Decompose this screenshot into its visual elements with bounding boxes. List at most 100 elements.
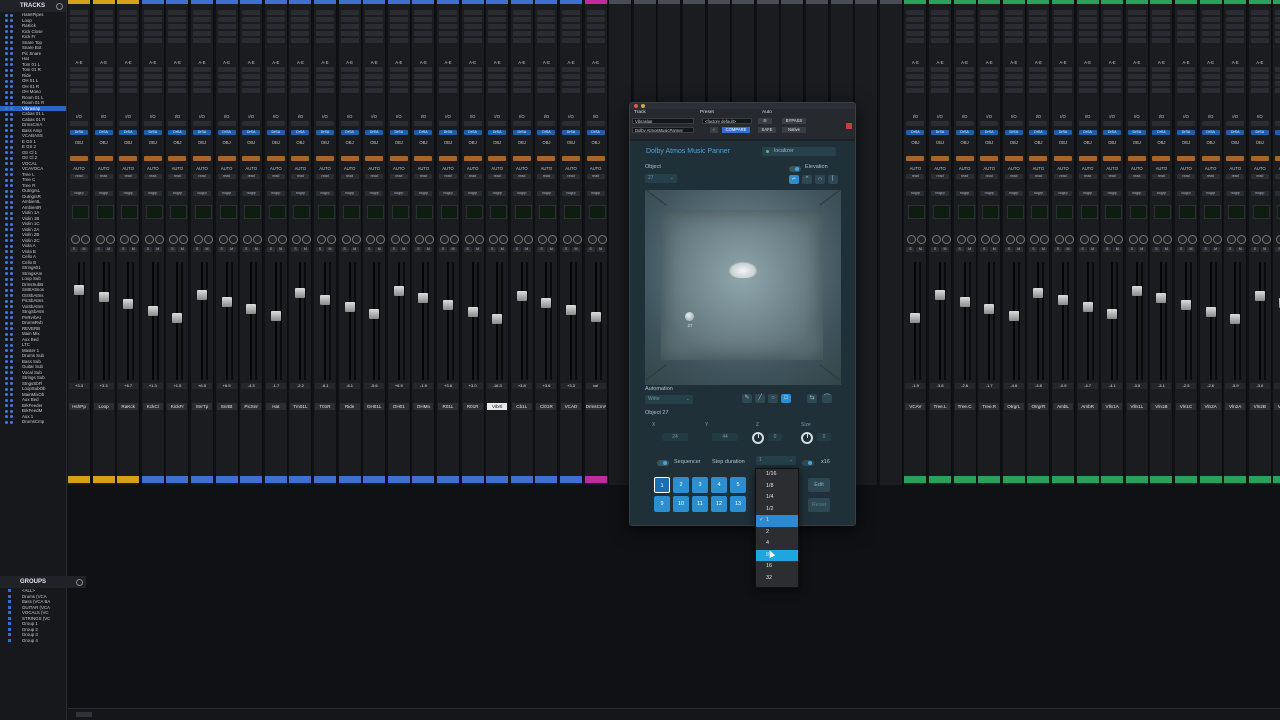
volume-fader[interactable] [98,292,109,302]
group-selector[interactable]: nogrp [119,191,138,196]
track-show-icon[interactable] [5,316,8,319]
track-active-icon[interactable] [10,261,13,264]
pan-knob[interactable] [1178,235,1187,244]
send-slot[interactable] [389,74,408,79]
track-active-icon[interactable] [10,184,13,187]
track-active-icon[interactable] [10,129,13,132]
insert-slot[interactable] [931,38,949,43]
insert-slot[interactable] [340,17,359,22]
input-selector[interactable] [1127,121,1146,126]
send-slot[interactable] [193,81,211,86]
track-active-icon[interactable] [10,387,13,391]
insert-slot[interactable] [488,24,507,29]
track-name-plate[interactable]: T01R [315,403,335,410]
send-slot[interactable] [1078,88,1097,93]
input-selector[interactable] [1103,121,1122,126]
volume-fader[interactable] [1230,314,1241,324]
object-button[interactable] [1054,156,1072,161]
automation-mode-selector[interactable]: read [389,174,408,179]
input-selector[interactable] [316,121,334,126]
insert-slot[interactable] [1127,10,1146,15]
object-button[interactable] [1250,156,1269,161]
automation-mode-selector[interactable]: read [70,174,88,179]
send-slot[interactable] [1029,67,1048,72]
insert-slot[interactable] [340,24,359,29]
pan-knob[interactable] [907,235,917,244]
automation-mode-selector[interactable]: read [1127,174,1146,179]
track-show-icon[interactable] [5,184,8,187]
track-active-icon[interactable] [10,156,13,160]
sequencer-step[interactable]: 1 [654,477,670,493]
track-show-icon[interactable] [5,233,8,237]
track-name-plate[interactable]: R01R [462,403,483,410]
pan-display[interactable] [96,205,114,219]
insert-slot[interactable] [931,17,949,22]
step-duration-option[interactable]: 1/8 [756,481,798,493]
group-selector[interactable]: nogrp [488,191,507,196]
insert-slot[interactable] [1004,10,1023,15]
solo-button[interactable]: S [1177,247,1185,252]
insert-slot[interactable] [365,24,384,29]
automation-mode-selector[interactable]: read [1029,174,1048,179]
pan-knob[interactable] [489,235,499,244]
insert-slot[interactable] [1201,24,1220,29]
insert-slot[interactable] [1275,17,1280,22]
automation-mode-selector[interactable]: read [365,174,384,179]
sequencer-step[interactable]: 10 [673,496,689,512]
track-show-icon[interactable] [5,41,8,44]
output-selector[interactable]: DrSA [955,130,974,135]
insert-slot[interactable] [1103,31,1122,36]
insert-slot[interactable] [1275,24,1280,29]
sequencer-step[interactable]: 4 [711,477,727,493]
pan-knob-right[interactable] [1138,235,1148,244]
insert-slot[interactable] [70,24,88,29]
track-show-icon[interactable] [5,129,8,132]
track-active-icon[interactable] [10,376,13,380]
send-slot[interactable] [143,67,162,72]
send-slot[interactable] [316,74,334,79]
track-active-icon[interactable] [10,151,13,154]
sequencer-step[interactable]: 11 [692,496,708,512]
send-slot[interactable] [463,67,482,72]
track-active-icon[interactable] [10,272,13,275]
solo-button[interactable]: S [414,247,423,252]
object-button[interactable] [488,156,507,161]
output-selector[interactable]: DrSA [1201,130,1220,135]
send-slot[interactable] [1275,81,1280,86]
group-selector[interactable]: nogrp [1250,191,1269,196]
send-slot[interactable] [1054,81,1072,86]
pan-display[interactable] [268,205,286,219]
insert-slot[interactable] [217,17,236,22]
pan-knob[interactable] [292,235,302,244]
volume-fader[interactable] [959,297,970,307]
insert-slot[interactable] [439,31,457,36]
send-slot[interactable] [1201,81,1220,86]
object-button[interactable] [1103,156,1122,161]
send-slot[interactable] [340,74,359,79]
preset-selector[interactable]: <factory default> [702,118,752,124]
pan-display[interactable] [391,205,409,219]
object-button[interactable] [1004,156,1023,161]
insert-slot[interactable] [266,17,285,22]
mute-button[interactable]: M [547,247,556,252]
send-slot[interactable] [1275,88,1280,93]
output-selector[interactable]: DrSA [906,130,925,135]
insert-slot[interactable] [1029,31,1048,36]
insert-slot[interactable] [119,17,138,22]
sequence-tool-icon[interactable]: ⇆ [807,394,817,403]
track-show-icon[interactable] [5,404,8,407]
group-selector[interactable]: nogrp [1275,191,1280,196]
solo-button[interactable]: S [1127,247,1136,252]
insert-slot[interactable] [906,10,925,15]
object-button[interactable] [414,156,433,161]
automation-mode-selector[interactable]: read [512,174,531,179]
pan-display[interactable] [145,205,163,219]
insert-slot[interactable] [242,10,261,15]
insert-slot[interactable] [1029,10,1048,15]
elevation-flat-icon[interactable]: ⌐ [789,175,799,184]
mute-button[interactable]: M [1211,247,1220,252]
group-selector[interactable]: nogrp [1226,191,1245,196]
track-show-icon[interactable] [5,272,8,275]
send-slot[interactable] [266,67,285,72]
insert-slot[interactable] [143,31,162,36]
